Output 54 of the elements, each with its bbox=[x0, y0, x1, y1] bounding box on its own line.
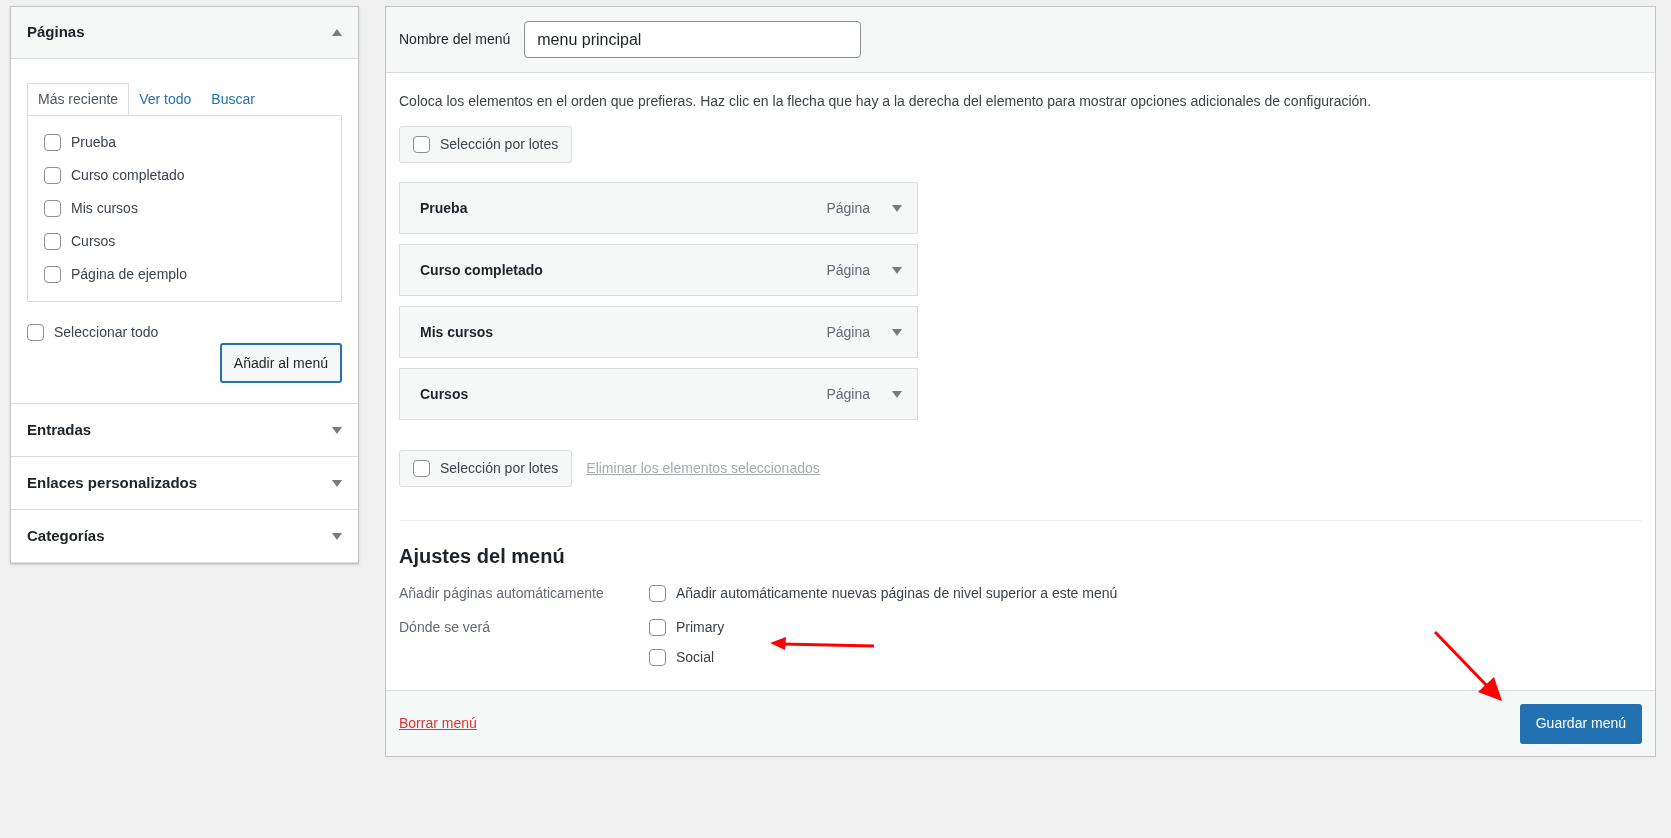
checkbox[interactable] bbox=[649, 619, 666, 636]
tab[interactable]: Buscar bbox=[201, 83, 265, 115]
menu-name-field[interactable]: menu principal bbox=[524, 21, 862, 58]
locations-label: Dónde se verá bbox=[399, 618, 492, 637]
page-label: Página de ejemplo bbox=[71, 265, 187, 284]
delete-menu-link[interactable]: Borrar menú bbox=[399, 713, 477, 734]
add-to-menu-button[interactable]: Añadir al menú bbox=[219, 343, 342, 383]
checkbox[interactable] bbox=[649, 649, 666, 666]
settings-heading: Ajustes del menú bbox=[399, 544, 566, 569]
page-label: Curso completado bbox=[71, 166, 185, 185]
caret-down-icon bbox=[332, 479, 342, 487]
checkbox[interactable] bbox=[44, 266, 61, 283]
checkbox[interactable] bbox=[27, 324, 44, 341]
auto-add-label: Añadir páginas automáticamente bbox=[399, 584, 605, 603]
checkbox[interactable] bbox=[44, 167, 61, 184]
section-header[interactable]: Categorías bbox=[11, 510, 358, 562]
location-label: Primary bbox=[676, 618, 725, 637]
bulk-select-control[interactable]: Selección por lotes bbox=[399, 126, 573, 163]
tab[interactable]: Más reciente bbox=[27, 83, 130, 115]
checkbox[interactable] bbox=[413, 460, 430, 477]
save-menu-button[interactable]: Guardar menú bbox=[1519, 703, 1642, 744]
section-header[interactable]: Páginas bbox=[11, 7, 358, 59]
caret-down-icon bbox=[332, 426, 342, 434]
item-type-label: Página bbox=[826, 322, 870, 342]
section-header[interactable]: Enlaces personalizados bbox=[11, 457, 358, 509]
caret-up-icon bbox=[332, 29, 342, 36]
caret-down-icon bbox=[892, 204, 902, 212]
caret-down-icon bbox=[892, 266, 902, 274]
checkbox[interactable] bbox=[649, 585, 666, 602]
bulk-select-control[interactable]: Selección por lotes bbox=[399, 450, 573, 487]
menu-item[interactable]: Prueba Página bbox=[399, 182, 918, 234]
menu-item[interactable]: Mis cursos Página bbox=[399, 306, 918, 358]
menu-item[interactable]: Curso completado Página bbox=[399, 244, 918, 296]
select-all-label: Seleccionar todo bbox=[54, 323, 159, 342]
instructions-text: Coloca los elementos en el orden que prefieras. Haz clic en la flecha que hay a la derecha del elemento para mostrar opciones adicionales de configuración. bbox=[399, 92, 1373, 111]
page-label: Mis cursos bbox=[71, 199, 138, 218]
page-label: Cursos bbox=[71, 232, 116, 251]
tab[interactable]: Ver todo bbox=[129, 83, 202, 115]
location-label: Social bbox=[676, 648, 715, 667]
page-label: Prueba bbox=[71, 133, 117, 152]
checkbox[interactable] bbox=[44, 200, 61, 217]
checkbox[interactable] bbox=[44, 134, 61, 151]
item-type-label: Página bbox=[826, 384, 870, 404]
caret-down-icon bbox=[332, 532, 342, 540]
menu-item[interactable]: Cursos Página bbox=[399, 368, 918, 420]
menu-name-label: Nombre del menú bbox=[399, 30, 511, 49]
item-type-label: Página bbox=[826, 198, 870, 218]
caret-down-icon bbox=[892, 390, 902, 398]
section-header[interactable]: Entradas bbox=[11, 404, 358, 456]
caret-down-icon bbox=[892, 328, 902, 336]
item-type-label: Página bbox=[826, 260, 870, 280]
checkbox[interactable] bbox=[413, 136, 430, 153]
auto-add-option-label: Añadir automáticamente nuevas páginas de nivel superior a este menú bbox=[676, 584, 1118, 603]
checkbox[interactable] bbox=[44, 233, 61, 250]
